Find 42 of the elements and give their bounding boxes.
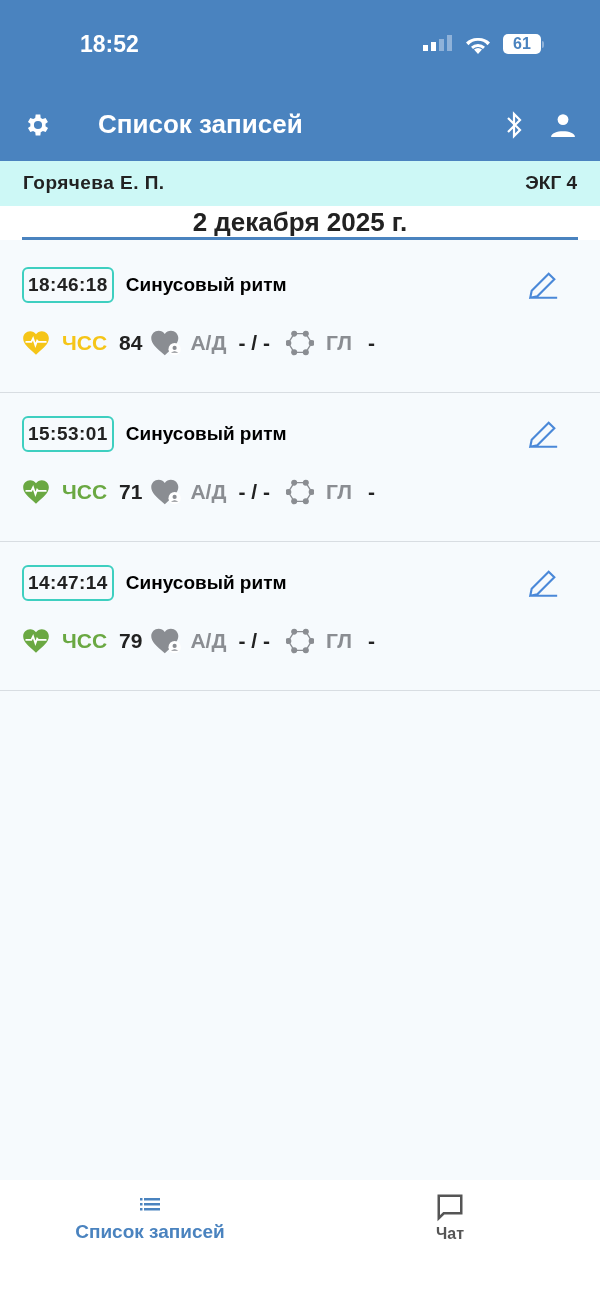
blood-pressure-label: А/Д: [190, 479, 227, 506]
blood-pressure-value: - / -: [238, 628, 270, 655]
signal-icon: [423, 35, 453, 53]
blood-pressure-value: - / -: [238, 479, 270, 506]
time-badge: 14:47:14: [22, 564, 114, 602]
screen-title: Список записей: [98, 108, 303, 141]
blood-pressure-label: А/Д: [190, 628, 227, 655]
ring-nodes-icon: [285, 479, 314, 505]
battery-level: 61: [503, 34, 541, 54]
heart-person-icon: [150, 627, 183, 655]
heart-rate-value: 84: [119, 330, 143, 357]
heart-rate-label: ЧСС: [62, 330, 108, 357]
ring-nodes-icon: [285, 628, 314, 654]
heart-rate-value: 79: [119, 628, 143, 655]
rhythm-label: Синусовый ритм: [125, 421, 287, 446]
device-label: ЭКГ 4: [525, 171, 577, 196]
person-icon: [550, 111, 576, 138]
glucose-label: ГЛ: [325, 330, 353, 357]
rhythm-label: Синусовый ритм: [125, 570, 287, 595]
glucose-value: -: [368, 628, 376, 655]
rhythm-label: Синусовый ритм: [125, 272, 287, 297]
nav-tab[interactable]: Чат: [300, 1192, 600, 1252]
chat-bubble-icon: [435, 1192, 465, 1222]
date-header: 2 декабря 2025 г.: [22, 206, 578, 240]
time-badge: 18:46:18: [22, 266, 114, 304]
blood-pressure-value: - / -: [238, 330, 270, 357]
glucose-value: -: [368, 330, 376, 357]
heart-rate-label: ЧСС: [62, 479, 108, 506]
blood-pressure-label: А/Д: [190, 330, 227, 357]
glucose-value: -: [368, 479, 376, 506]
patient-name: Горячева Е. П.: [23, 171, 165, 196]
heart-person-icon: [150, 478, 183, 506]
status-time: 18:52: [80, 29, 139, 59]
ring-nodes-icon: [285, 330, 314, 356]
time-badge: 15:53:01: [22, 415, 114, 453]
glucose-label: ГЛ: [325, 628, 353, 655]
heart-rate-label: ЧСС: [62, 628, 108, 655]
glucose-label: ГЛ: [325, 479, 353, 506]
profile-button[interactable]: [550, 111, 576, 138]
heart-rate-value: 71: [119, 479, 143, 506]
nav-tab[interactable]: Список записей: [0, 1192, 300, 1252]
heart-person-icon: [150, 329, 183, 357]
